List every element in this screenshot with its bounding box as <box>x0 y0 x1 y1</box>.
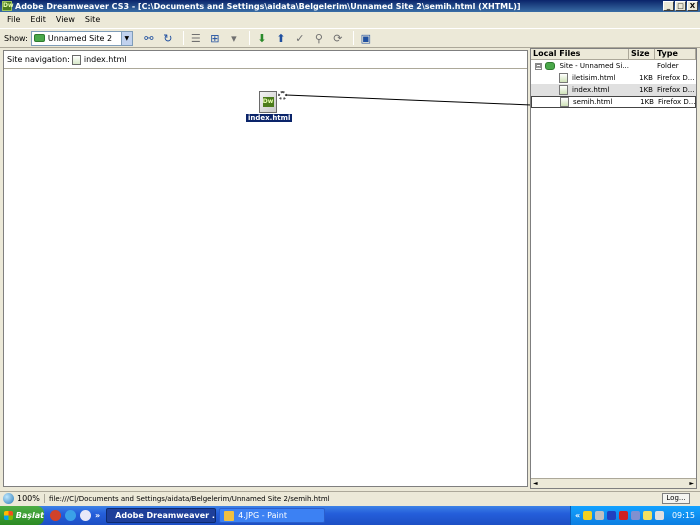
map-options-icon[interactable]: ▾ <box>226 30 242 46</box>
site-navigation-bar: Site navigation: index.html <box>4 51 527 69</box>
point-to-file-icon[interactable] <box>278 91 287 100</box>
site-navigation-file[interactable]: index.html <box>84 55 127 64</box>
column-size[interactable]: Size <box>629 49 655 59</box>
tray-network-icon[interactable] <box>595 511 605 520</box>
menu-edit[interactable]: Edit <box>25 15 51 24</box>
site-folder-icon <box>33 34 45 42</box>
show-label: Show: <box>4 33 28 43</box>
refresh-icon[interactable]: ↻ <box>160 30 176 46</box>
file-size: 1KB <box>640 98 654 106</box>
toolbar-separator <box>248 31 250 45</box>
file-name: semih.html <box>573 98 613 106</box>
close-button[interactable]: X <box>687 1 698 11</box>
site-select[interactable]: Unnamed Site 2 ▼ <box>30 30 133 46</box>
scroll-left-icon[interactable]: ◄ <box>533 480 538 487</box>
internet-explorer-icon[interactable] <box>65 510 76 521</box>
quick-launch: » <box>50 510 100 521</box>
start-label: Başlat <box>15 511 44 520</box>
file-row[interactable]: semih.html 1KB Firefox D... <box>531 96 696 108</box>
clock: 09:15 <box>671 511 695 520</box>
browser-icon[interactable] <box>50 510 61 521</box>
scroll-right-icon[interactable]: ► <box>689 480 694 487</box>
home-page-label[interactable]: index.html <box>246 114 293 122</box>
expand-icon[interactable]: ▣ <box>358 30 374 46</box>
dreamweaver-app-icon: Dw <box>2 1 14 11</box>
collapse-icon[interactable]: ⊟ <box>535 62 542 70</box>
file-type: Firefox D... <box>658 98 695 106</box>
site-select-value: Unnamed Site 2 <box>47 33 113 43</box>
menu-bar: File Edit View Site <box>0 12 700 26</box>
tray-volume-icon[interactable] <box>655 511 665 520</box>
column-type[interactable]: Type <box>655 49 696 59</box>
system-tray: « 09:15 <box>570 506 700 525</box>
toolbar-separator <box>182 31 184 45</box>
maximize-button[interactable]: □ <box>675 1 686 11</box>
file-row[interactable]: index.html 1KB Firefox D... <box>531 84 696 96</box>
get-icon[interactable]: ⬇ <box>254 30 270 46</box>
task-label: Adobe Dreamweaver ... <box>115 511 217 520</box>
windows-taskbar: Başlat » Adobe Dreamweaver ... 4.JPG - P… <box>0 506 700 525</box>
column-local-files[interactable]: Local Files <box>531 49 629 59</box>
tray-expand-icon[interactable]: « <box>575 511 580 520</box>
horizontal-scrollbar[interactable]: ◄ ► <box>531 478 696 488</box>
menu-file[interactable]: File <box>2 15 25 24</box>
tray-messenger-icon[interactable] <box>643 511 653 520</box>
tray-monitor-icon[interactable] <box>631 511 641 520</box>
tray-shield-icon[interactable] <box>583 511 593 520</box>
window-titlebar: Dw Adobe Dreamweaver CS3 - [C:\Documents… <box>0 0 700 12</box>
file-type: Folder <box>657 62 679 70</box>
status-bar: 100% file:///C|/Documents and Settings/a… <box>0 491 700 505</box>
html-file-icon <box>559 85 568 95</box>
file-name: index.html <box>572 86 610 94</box>
html-file-icon <box>560 97 569 107</box>
task-label: 4.JPG - Paint <box>238 511 287 520</box>
files-panel: Local Files Size Type ⊟ Site - Unnamed S… <box>530 48 697 489</box>
chevron-down-icon[interactable]: ▼ <box>120 31 132 45</box>
check-in-icon[interactable]: ⚲ <box>311 30 327 46</box>
file-name: Site - Unnamed Si... <box>559 62 629 70</box>
window-title: Adobe Dreamweaver CS3 - [C:\Documents an… <box>15 1 521 11</box>
menu-site[interactable]: Site <box>80 15 105 24</box>
minimize-button[interactable]: _ <box>663 1 674 11</box>
site-map-panel: Site navigation: index.html Dw index.htm… <box>3 50 528 487</box>
zoom-level: 100% <box>17 494 45 503</box>
site-folder-icon <box>545 62 556 70</box>
connect-icon[interactable]: ⚯ <box>141 30 157 46</box>
desktop-icon[interactable] <box>80 510 91 521</box>
synchronize-icon[interactable]: ⟳ <box>330 30 346 46</box>
html-file-icon <box>71 54 81 65</box>
site-toolbar: Show: Unnamed Site 2 ▼ ⚯ ↻ ☰ ⊞ ▾ ⬇ ⬆ ✓ ⚲… <box>0 28 700 48</box>
list-view-icon[interactable]: ☰ <box>188 30 204 46</box>
site-navigation-label: Site navigation: <box>7 55 70 64</box>
log-button[interactable]: Log... <box>662 493 690 504</box>
paint-task-icon <box>224 510 235 521</box>
tray-app-icon[interactable] <box>607 511 617 520</box>
start-button[interactable]: Başlat <box>0 506 44 525</box>
html-file-icon <box>559 73 568 83</box>
file-size: 1KB <box>639 86 653 94</box>
file-row[interactable]: iletisim.html 1KB Firefox D... <box>531 72 696 84</box>
toolbar-separator <box>352 31 354 45</box>
globe-icon <box>3 493 14 504</box>
check-out-icon[interactable]: ✓ <box>292 30 308 46</box>
tray-antivirus-icon[interactable] <box>619 511 629 520</box>
files-header: Local Files Size Type <box>531 49 696 60</box>
put-icon[interactable]: ⬆ <box>273 30 289 46</box>
map-view-icon[interactable]: ⊞ <box>207 30 223 46</box>
dreamweaver-document-icon: Dw <box>259 91 277 113</box>
file-path: file:///C|/Documents and Settings/aidata… <box>49 494 330 503</box>
file-type: Firefox D... <box>657 86 695 94</box>
file-type: Firefox D... <box>657 74 695 82</box>
dw-badge: Dw <box>262 97 274 107</box>
menu-view[interactable]: View <box>51 15 80 24</box>
task-paint[interactable]: 4.JPG - Paint <box>219 508 326 523</box>
windows-logo-icon <box>4 511 13 520</box>
task-dreamweaver[interactable]: Adobe Dreamweaver ... <box>106 508 217 523</box>
file-name: iletisim.html <box>572 74 616 82</box>
quick-launch-more[interactable]: » <box>95 511 100 520</box>
file-size: 1KB <box>639 74 653 82</box>
site-root-row[interactable]: ⊟ Site - Unnamed Si... Folder <box>531 60 696 72</box>
